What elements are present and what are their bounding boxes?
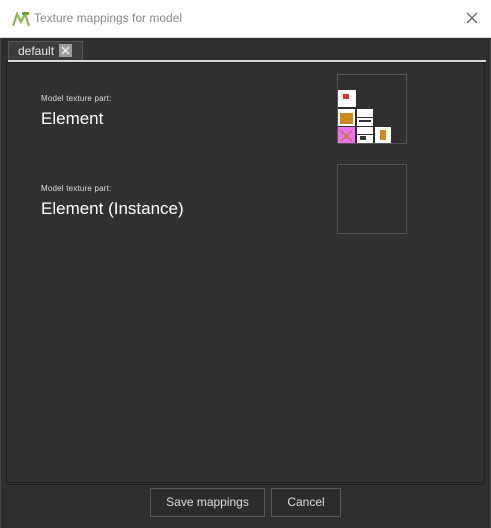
tab-close-icon[interactable] [59,44,72,57]
window-title: Texture mappings for model [34,11,183,25]
part-name: Element [41,109,104,128]
mcreator-logo-icon [12,11,30,27]
part-name: Element (Instance) [41,199,184,218]
footer-divider [6,484,485,485]
texture-selector[interactable] [337,74,407,144]
tab-label: default [18,44,55,58]
part-caption: Model texture part: [41,94,112,103]
tab-default[interactable]: default [8,41,83,61]
texture-preview [338,90,391,143]
close-icon[interactable] [463,9,481,27]
cancel-button[interactable]: Cancel [271,488,341,517]
title-bar: Texture mappings for model [0,0,491,38]
save-mappings-button[interactable]: Save mappings [150,488,265,517]
part-caption: Model texture part: [41,184,112,193]
texture-selector[interactable] [337,164,407,234]
